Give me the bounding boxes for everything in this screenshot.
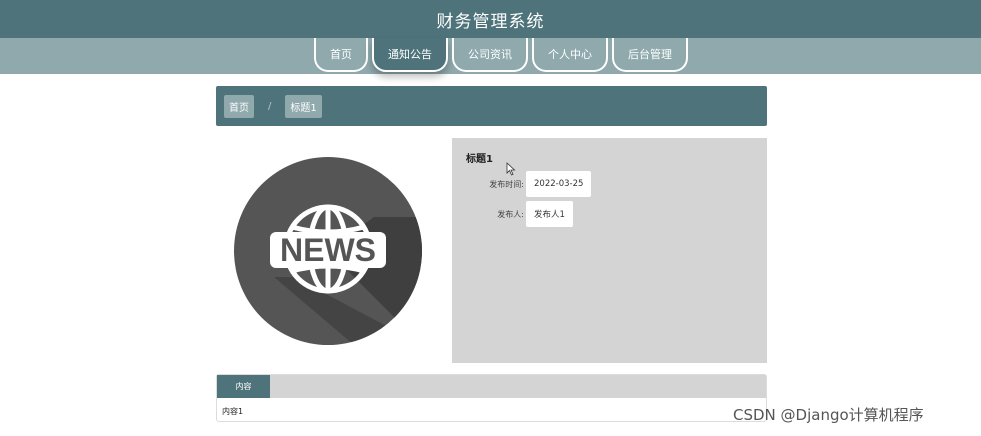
publish-time-value: 2022-03-25	[526, 171, 592, 197]
breadcrumb-home-link[interactable]: 首页	[224, 94, 254, 118]
news-logo-text: NEWS	[280, 232, 376, 268]
nav-item-label: 后台管理	[628, 48, 672, 61]
publish-time-label: 发布时间:	[489, 179, 524, 189]
breadcrumb-separator: /	[268, 100, 272, 112]
site-title: 财务管理系统	[436, 11, 545, 32]
watermark-text: CSDN @Django计算机程序	[733, 406, 924, 424]
nav-item-notices[interactable]: 通知公告	[372, 38, 448, 72]
publish-time-row: 发布时间: 2022-03-25	[466, 171, 592, 197]
nav-item-label: 公司资讯	[468, 48, 512, 61]
publisher-label: 发布人:	[497, 209, 524, 219]
publisher-value: 发布人1	[526, 201, 573, 227]
publisher-row: 发布人: 发布人1	[466, 201, 573, 227]
page: 财务管理系统 首页 通知公告 公司资讯 个人中心 后台管理 首页 / 标题1 N…	[0, 0, 981, 436]
nav-item-admin[interactable]: 后台管理	[612, 38, 688, 72]
nav-item-label: 首页	[330, 48, 352, 61]
nav-item-label: 通知公告	[388, 48, 432, 61]
nav-item-label: 个人中心	[548, 48, 592, 61]
nav-item-personal-center[interactable]: 个人中心	[532, 38, 608, 72]
detail-panel: 标题1 发布时间: 2022-03-25 发布人: 发布人1	[452, 138, 767, 363]
tab-content[interactable]: 内容	[217, 375, 270, 398]
detail-title: 标题1	[466, 154, 493, 165]
content-section: 内容 内容1	[216, 374, 767, 422]
main-nav: 首页 通知公告 公司资讯 个人中心 后台管理	[314, 38, 688, 74]
breadcrumb: 首页 / 标题1	[216, 86, 767, 126]
news-globe-icon: NEWS	[234, 157, 422, 345]
nav-item-company-news[interactable]: 公司资讯	[452, 38, 528, 72]
site-header: 财务管理系统	[0, 0, 981, 38]
nav-item-home[interactable]: 首页	[314, 38, 368, 72]
content-tab-bar: 内容	[217, 375, 766, 398]
content-body: 内容1	[222, 407, 244, 416]
breadcrumb-current: 标题1	[285, 94, 322, 118]
